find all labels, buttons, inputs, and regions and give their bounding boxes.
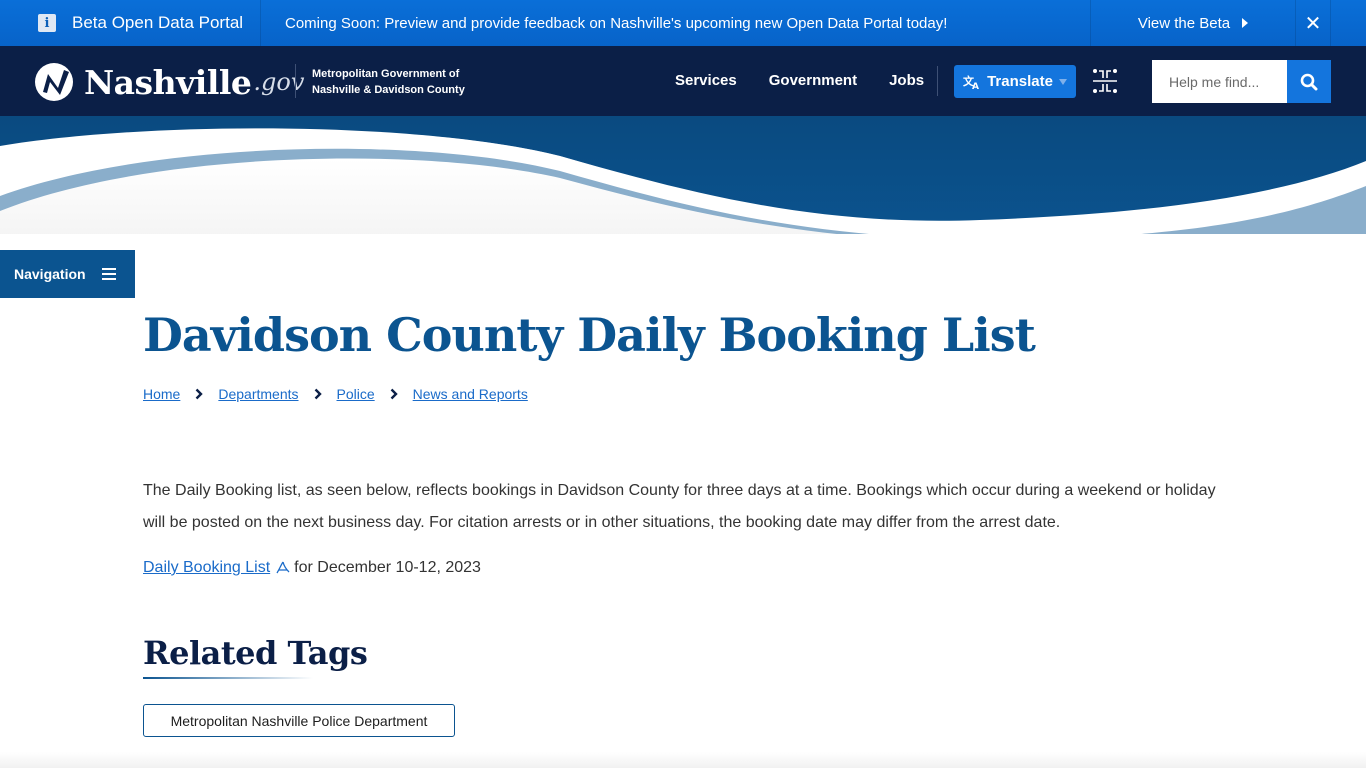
related-tags-heading: Related Tags xyxy=(143,634,368,672)
logo-divider xyxy=(295,64,296,98)
logo-text: Nashville xyxy=(84,62,252,102)
play-arrow-icon xyxy=(1242,18,1249,28)
nav-government[interactable]: Government xyxy=(769,72,857,89)
breadcrumb-news-and-reports[interactable]: News and Reports xyxy=(413,386,528,402)
site-header: Nashville .gov Metropolitan Government o… xyxy=(0,46,1366,116)
beta-title: Beta Open Data Portal xyxy=(72,13,244,32)
translate-label: Translate xyxy=(987,73,1053,90)
download-date-range: for December 10-12, 2023 xyxy=(294,559,481,576)
info-icon: i xyxy=(38,14,56,32)
org-line-2: Nashville & Davidson County xyxy=(312,84,465,96)
nashville-logo-icon xyxy=(35,63,73,101)
beta-banner: i Beta Open Data Portal Coming Soon: Pre… xyxy=(0,0,1366,46)
breadcrumb-departments[interactable]: Departments xyxy=(218,386,298,402)
tag-mnpd[interactable]: Metropolitan Nashville Police Department xyxy=(143,704,455,737)
svg-text:A: A xyxy=(972,82,979,90)
translate-button[interactable]: 文 A Translate xyxy=(954,65,1076,98)
logo-suffix: .gov xyxy=(253,68,305,96)
beta-portal-label: i Beta Open Data Portal xyxy=(0,0,261,46)
pdf-icon xyxy=(276,561,290,574)
nav-jobs[interactable]: Jobs xyxy=(889,72,924,89)
chevron-right-icon xyxy=(311,387,325,401)
nav-services[interactable]: Services xyxy=(675,72,737,89)
footer-shadow xyxy=(0,752,1366,768)
main-nav: Services Government Jobs xyxy=(675,72,924,89)
close-icon: ✕ xyxy=(1304,12,1322,35)
view-beta-label: View the Beta xyxy=(1137,14,1231,32)
search-button[interactable] xyxy=(1287,60,1331,103)
search-input[interactable] xyxy=(1152,60,1287,103)
header-wave-decoration xyxy=(0,116,1366,246)
org-line-1: Metropolitan Government of xyxy=(312,68,460,80)
search-icon xyxy=(1300,73,1318,90)
download-line: Daily Booking List for December 10-12, 2… xyxy=(143,559,481,577)
chevron-right-icon xyxy=(192,387,206,401)
daily-booking-list-link[interactable]: Daily Booking List xyxy=(143,559,270,577)
intro-paragraph: The Daily Booking list, as seen below, r… xyxy=(143,482,1216,531)
qr-scan-icon[interactable] xyxy=(1092,68,1118,94)
navigation-toggle[interactable]: Navigation xyxy=(0,250,135,298)
caret-down-icon xyxy=(1058,78,1067,85)
navigation-label: Navigation xyxy=(14,266,86,282)
chevron-right-icon xyxy=(387,387,401,401)
hamburger-icon xyxy=(101,268,116,280)
close-banner-button[interactable]: ✕ xyxy=(1296,0,1331,46)
heading-underline xyxy=(143,677,313,679)
breadcrumb-police[interactable]: Police xyxy=(337,386,375,402)
translate-icon: 文 A xyxy=(963,74,979,90)
nashville-logo[interactable]: Nashville .gov xyxy=(34,62,304,102)
view-beta-button[interactable]: View the Beta xyxy=(1090,0,1296,46)
page-title: Davidson County Daily Booking List xyxy=(143,308,1036,362)
site-search xyxy=(1152,60,1331,103)
breadcrumb-home[interactable]: Home xyxy=(143,386,180,402)
org-name: Metropolitan Government of Nashville & D… xyxy=(312,66,465,98)
nav-divider xyxy=(937,66,938,96)
breadcrumb: Home Departments Police News and Reports xyxy=(143,386,528,402)
beta-message: Coming Soon: Preview and provide feedbac… xyxy=(285,14,948,32)
